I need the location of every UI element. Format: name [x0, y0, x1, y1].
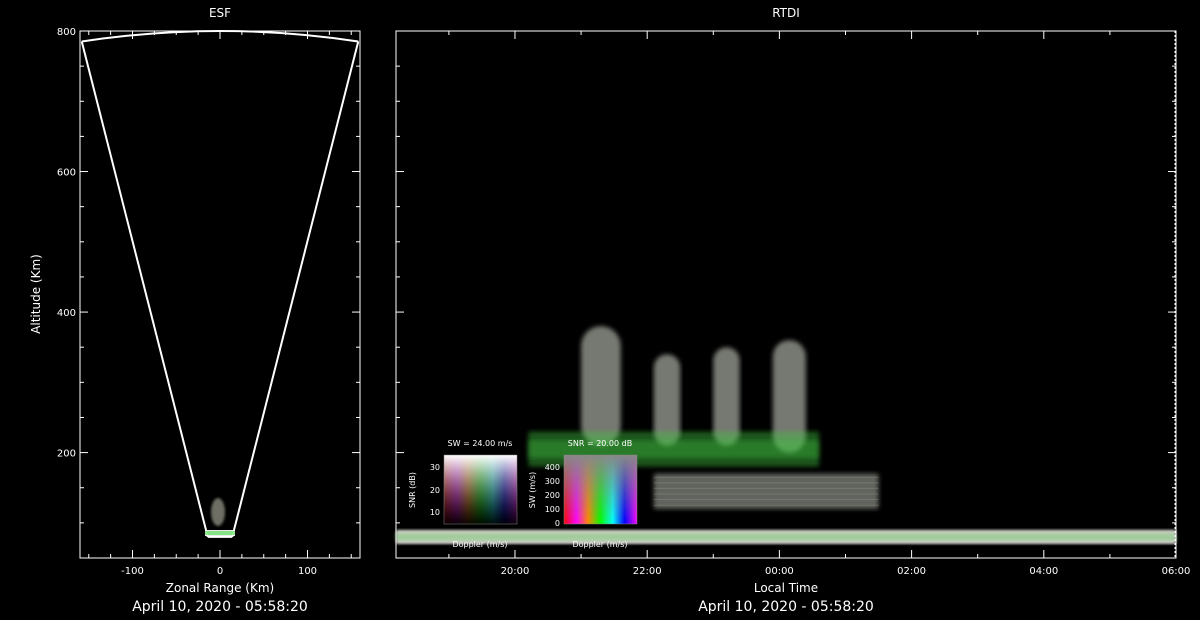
esf-title: ESF [209, 6, 231, 20]
sw-legend-ytick: 20 [430, 486, 440, 495]
rtdi-title: RTDI [772, 6, 800, 20]
esf-ytick-label: 400 [57, 308, 76, 319]
rtdi-xtick-label: 02:00 [897, 566, 926, 577]
rtdi-echo-feature [581, 326, 621, 446]
snr-legend-ytick: 100 [545, 505, 560, 514]
rtdi-date: April 10, 2020 - 05:58:20 [698, 599, 874, 615]
snr-legend-ylabel: SW (m/s) [528, 472, 537, 508]
sw-legend-ylabel: SNR (dB) [408, 472, 417, 508]
esf-echo-plume [211, 498, 225, 526]
esf-date: April 10, 2020 - 05:58:20 [132, 599, 308, 615]
rtdi-echo-feature [713, 347, 740, 446]
esf-ticks: 200 400 600 800 -100 0 100 [57, 27, 360, 577]
rtdi-echo-green-tint [396, 533, 1176, 541]
esf-xtick-label: -100 [121, 566, 144, 577]
esf-fan-right-edge [231, 41, 360, 538]
rtdi-xtick-label: 06:00 [1162, 566, 1191, 577]
snr-legend-ytick: 0 [555, 519, 560, 528]
esf-ytick-label: 200 [57, 449, 76, 460]
snr-legend-title: SNR = 20.00 dB [568, 439, 632, 448]
sw-legend-ytick: 10 [430, 508, 440, 517]
rtdi-xtick-label: 20:00 [501, 566, 530, 577]
esf-echo-green [205, 531, 235, 535]
esf-panel: ESF 200 400 600 800 -100 0 100 Zonal Range (Km… [29, 6, 361, 615]
esf-ytick-label: 600 [57, 168, 76, 179]
esf-ytick-label: 800 [57, 27, 76, 38]
rtdi-xtick-label: 04:00 [1029, 566, 1058, 577]
snr-legend-ytick: 300 [545, 477, 560, 486]
rtdi-xtick-label: 00:00 [765, 566, 794, 577]
esf-ylabel: Altitude (Km) [29, 254, 43, 334]
esf-xtick-label: 100 [298, 566, 317, 577]
snr-legend-ytick: 200 [545, 491, 560, 500]
rtdi-xlabel: Local Time [754, 581, 818, 595]
esf-xtick-label: 0 [217, 566, 223, 577]
sw-legend-dark [444, 455, 517, 524]
sw-legend-title: SW = 24.00 m/s [448, 439, 513, 448]
rtdi-echo-feature [653, 473, 879, 509]
rtdi-xtick-label: 22:00 [633, 566, 662, 577]
snr-legend-grey [564, 455, 637, 524]
snr-legend-xlabel: Doppler (m/s) [572, 540, 627, 549]
snr-legend-ytick: 400 [545, 463, 560, 472]
esf-xlabel: Zonal Range (Km) [166, 581, 274, 595]
sw-legend-xlabel: Doppler (m/s) [452, 540, 507, 549]
esf-echo [205, 498, 235, 536]
esf-rtdi-figure: ESF 200400600800-100 0 100 Zonal Range (Km… [29, 6, 1191, 615]
esf-fan-left-edge [80, 41, 209, 538]
sw-legend-ytick: 30 [430, 463, 440, 472]
esf-frame [79, 30, 361, 559]
esf-fan-beam [80, 30, 360, 538]
